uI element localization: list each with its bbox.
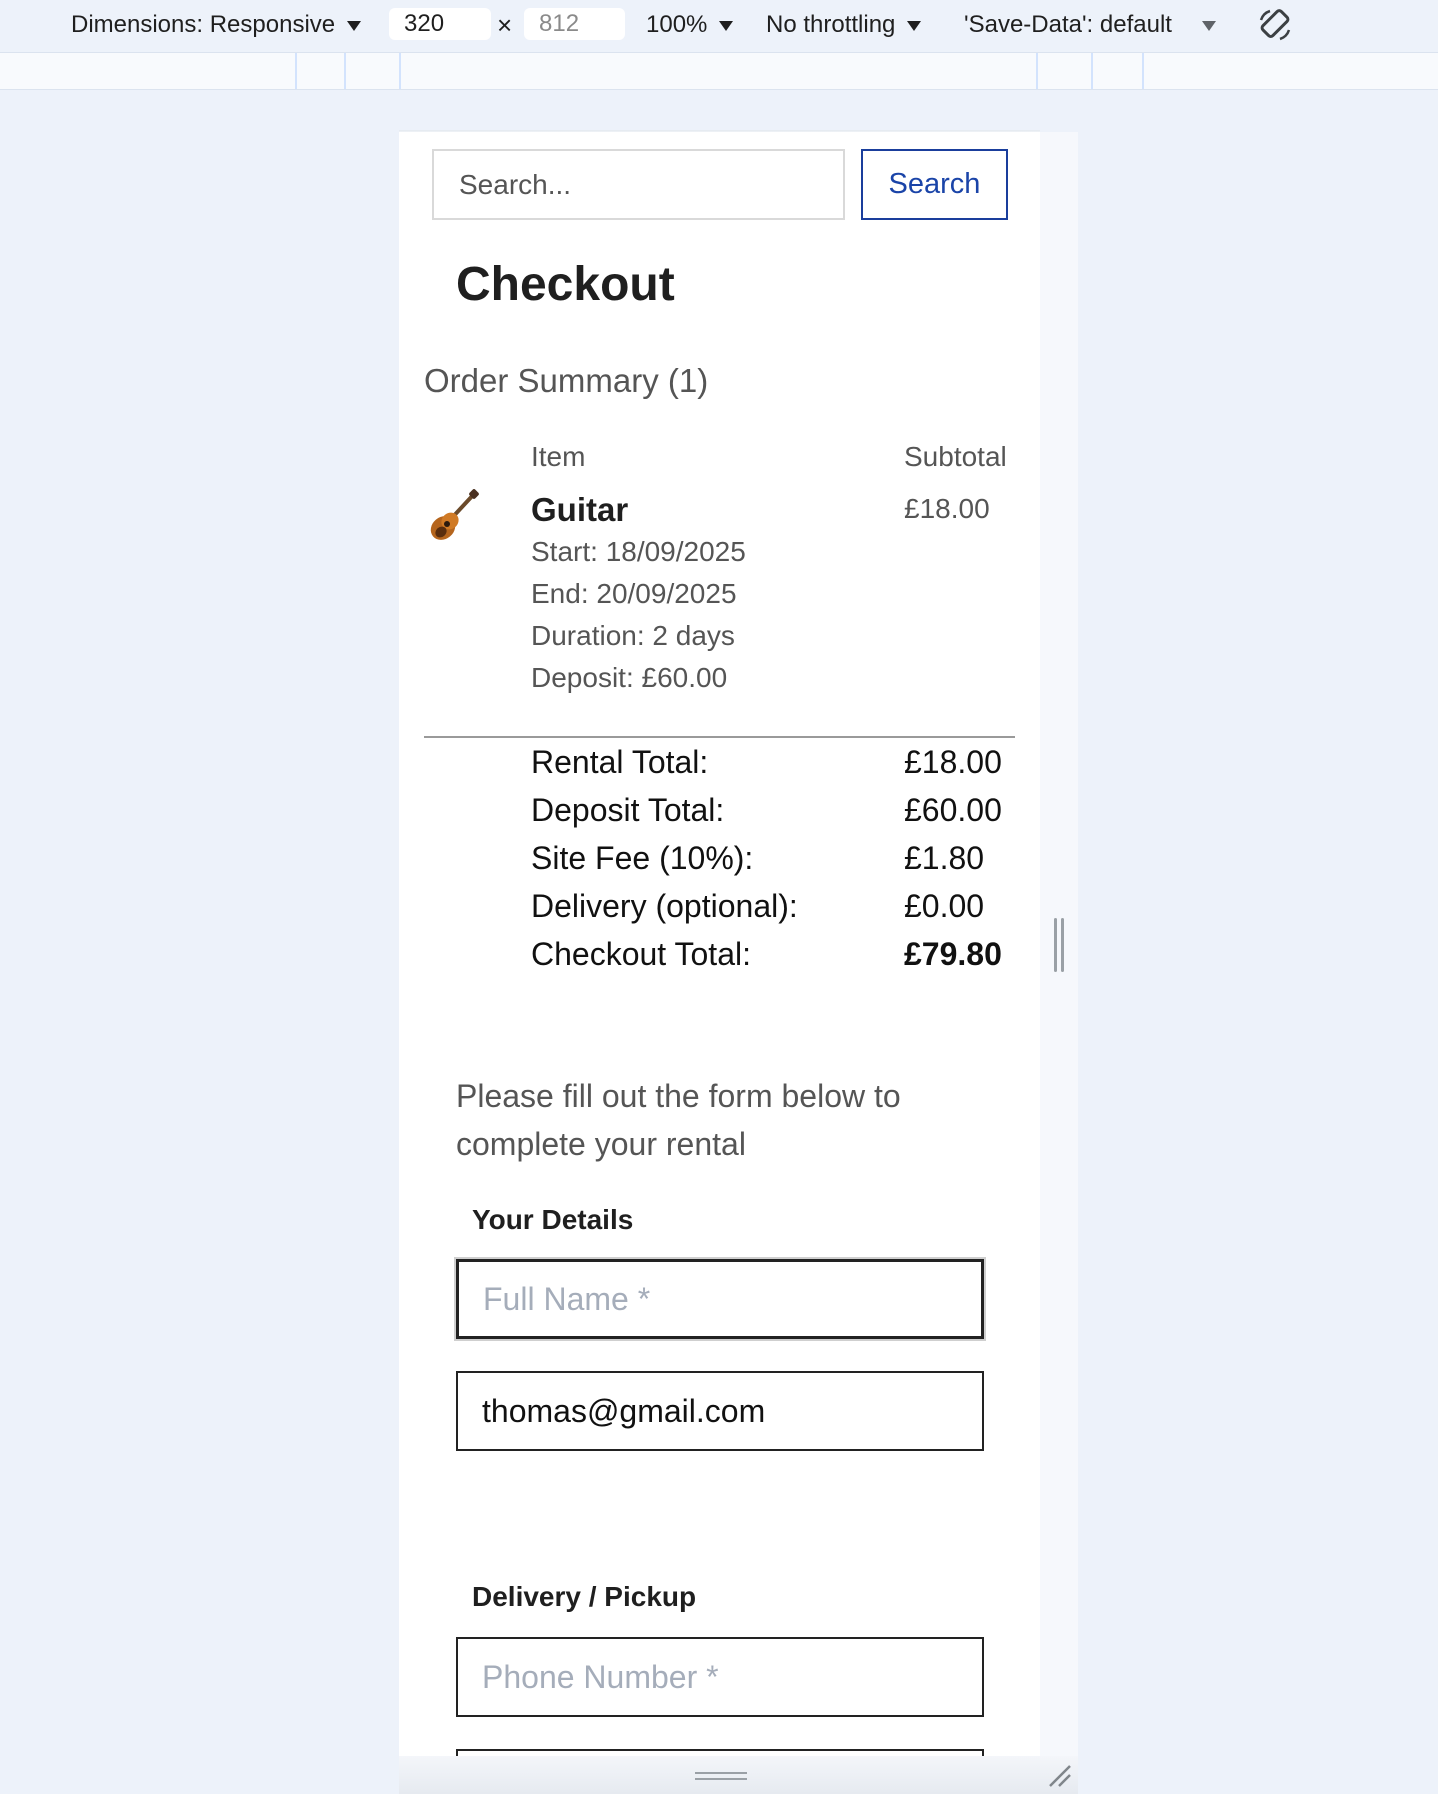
email-input[interactable]: thomas@gmail.com bbox=[456, 1371, 984, 1451]
chevron-down-icon bbox=[907, 20, 922, 31]
ruler-mark bbox=[1142, 53, 1144, 89]
summary-divider bbox=[424, 736, 1015, 738]
delivery-pickup-heading: Delivery / Pickup bbox=[472, 1581, 697, 1612]
dimensions-label: Dimensions: Responsive bbox=[71, 11, 336, 38]
zoom-label: 100% bbox=[646, 11, 708, 38]
item-deposit: Deposit: £60.00 bbox=[531, 662, 728, 693]
times-sign: × bbox=[497, 10, 513, 40]
checkout-total-label: Checkout Total: bbox=[531, 936, 751, 972]
chevron-down-icon bbox=[347, 20, 362, 31]
dimensions-dropdown[interactable]: Dimensions: Responsive bbox=[71, 8, 362, 42]
item-duration: Duration: 2 days bbox=[531, 620, 735, 651]
delivery-fee-label: Delivery (optional): bbox=[531, 888, 798, 924]
ruler-mark bbox=[344, 53, 346, 89]
item-start-date: Start: 18/09/2025 bbox=[531, 536, 746, 567]
zoom-dropdown[interactable]: 100% bbox=[646, 8, 734, 42]
ruler-mark bbox=[295, 53, 297, 89]
throttling-dropdown[interactable]: No throttling bbox=[766, 8, 922, 42]
guitar-icon bbox=[430, 489, 479, 540]
deposit-total-value: £60.00 bbox=[904, 792, 1002, 828]
search-input[interactable]: Search... bbox=[432, 149, 845, 220]
throttling-label: No throttling bbox=[766, 11, 896, 38]
rotate-icon[interactable] bbox=[1256, 6, 1294, 44]
delivery-fee-value: £0.00 bbox=[904, 888, 985, 924]
item-end-date: End: 20/09/2025 bbox=[531, 578, 737, 609]
column-header-item: Item bbox=[531, 441, 586, 472]
device-toolbar: Dimensions: Responsive 320 × 812 100% No… bbox=[0, 0, 1438, 50]
resize-corner-icon[interactable] bbox=[1046, 1762, 1072, 1788]
column-header-subtotal: Subtotal bbox=[904, 441, 1007, 472]
resize-handle-right[interactable] bbox=[1054, 918, 1064, 972]
save-data-label: 'Save-Data': default bbox=[964, 11, 1172, 38]
save-data-dropdown[interactable]: 'Save-Data': default bbox=[964, 8, 1216, 42]
ruler-mark bbox=[1091, 53, 1093, 89]
item-name: Guitar bbox=[531, 491, 629, 528]
chevron-down-icon bbox=[1201, 20, 1216, 31]
form-intro-text: Please fill out the form below to comple… bbox=[456, 1078, 901, 1162]
phone-input[interactable]: Phone Number * bbox=[456, 1637, 984, 1717]
search-button[interactable]: Search bbox=[861, 149, 1008, 220]
ruler-mark bbox=[1036, 53, 1038, 89]
full-name-input[interactable]: Full Name * bbox=[456, 1259, 984, 1339]
your-details-heading: Your Details bbox=[472, 1204, 634, 1235]
site-fee-value: £1.80 bbox=[904, 840, 985, 876]
rental-total-label: Rental Total: bbox=[531, 744, 709, 780]
ruler-mark bbox=[399, 53, 401, 89]
device-viewport: Search... Search Checkout Order Summary … bbox=[399, 132, 1040, 1794]
width-input[interactable]: 320 bbox=[389, 8, 491, 40]
page-title: Checkout bbox=[456, 258, 675, 311]
item-subtotal: £18.00 bbox=[904, 493, 990, 524]
rental-total-value: £18.00 bbox=[904, 744, 1002, 780]
checkout-total-value: £79.80 bbox=[904, 936, 1002, 972]
order-summary-title: Order Summary (1) bbox=[424, 362, 709, 399]
resize-handle-bottom[interactable] bbox=[695, 1772, 747, 1782]
height-input[interactable]: 812 bbox=[524, 8, 625, 40]
chevron-down-icon bbox=[719, 20, 734, 31]
site-fee-label: Site Fee (10%): bbox=[531, 840, 754, 876]
media-query-ruler bbox=[0, 52, 1438, 90]
deposit-total-label: Deposit Total: bbox=[531, 792, 725, 828]
